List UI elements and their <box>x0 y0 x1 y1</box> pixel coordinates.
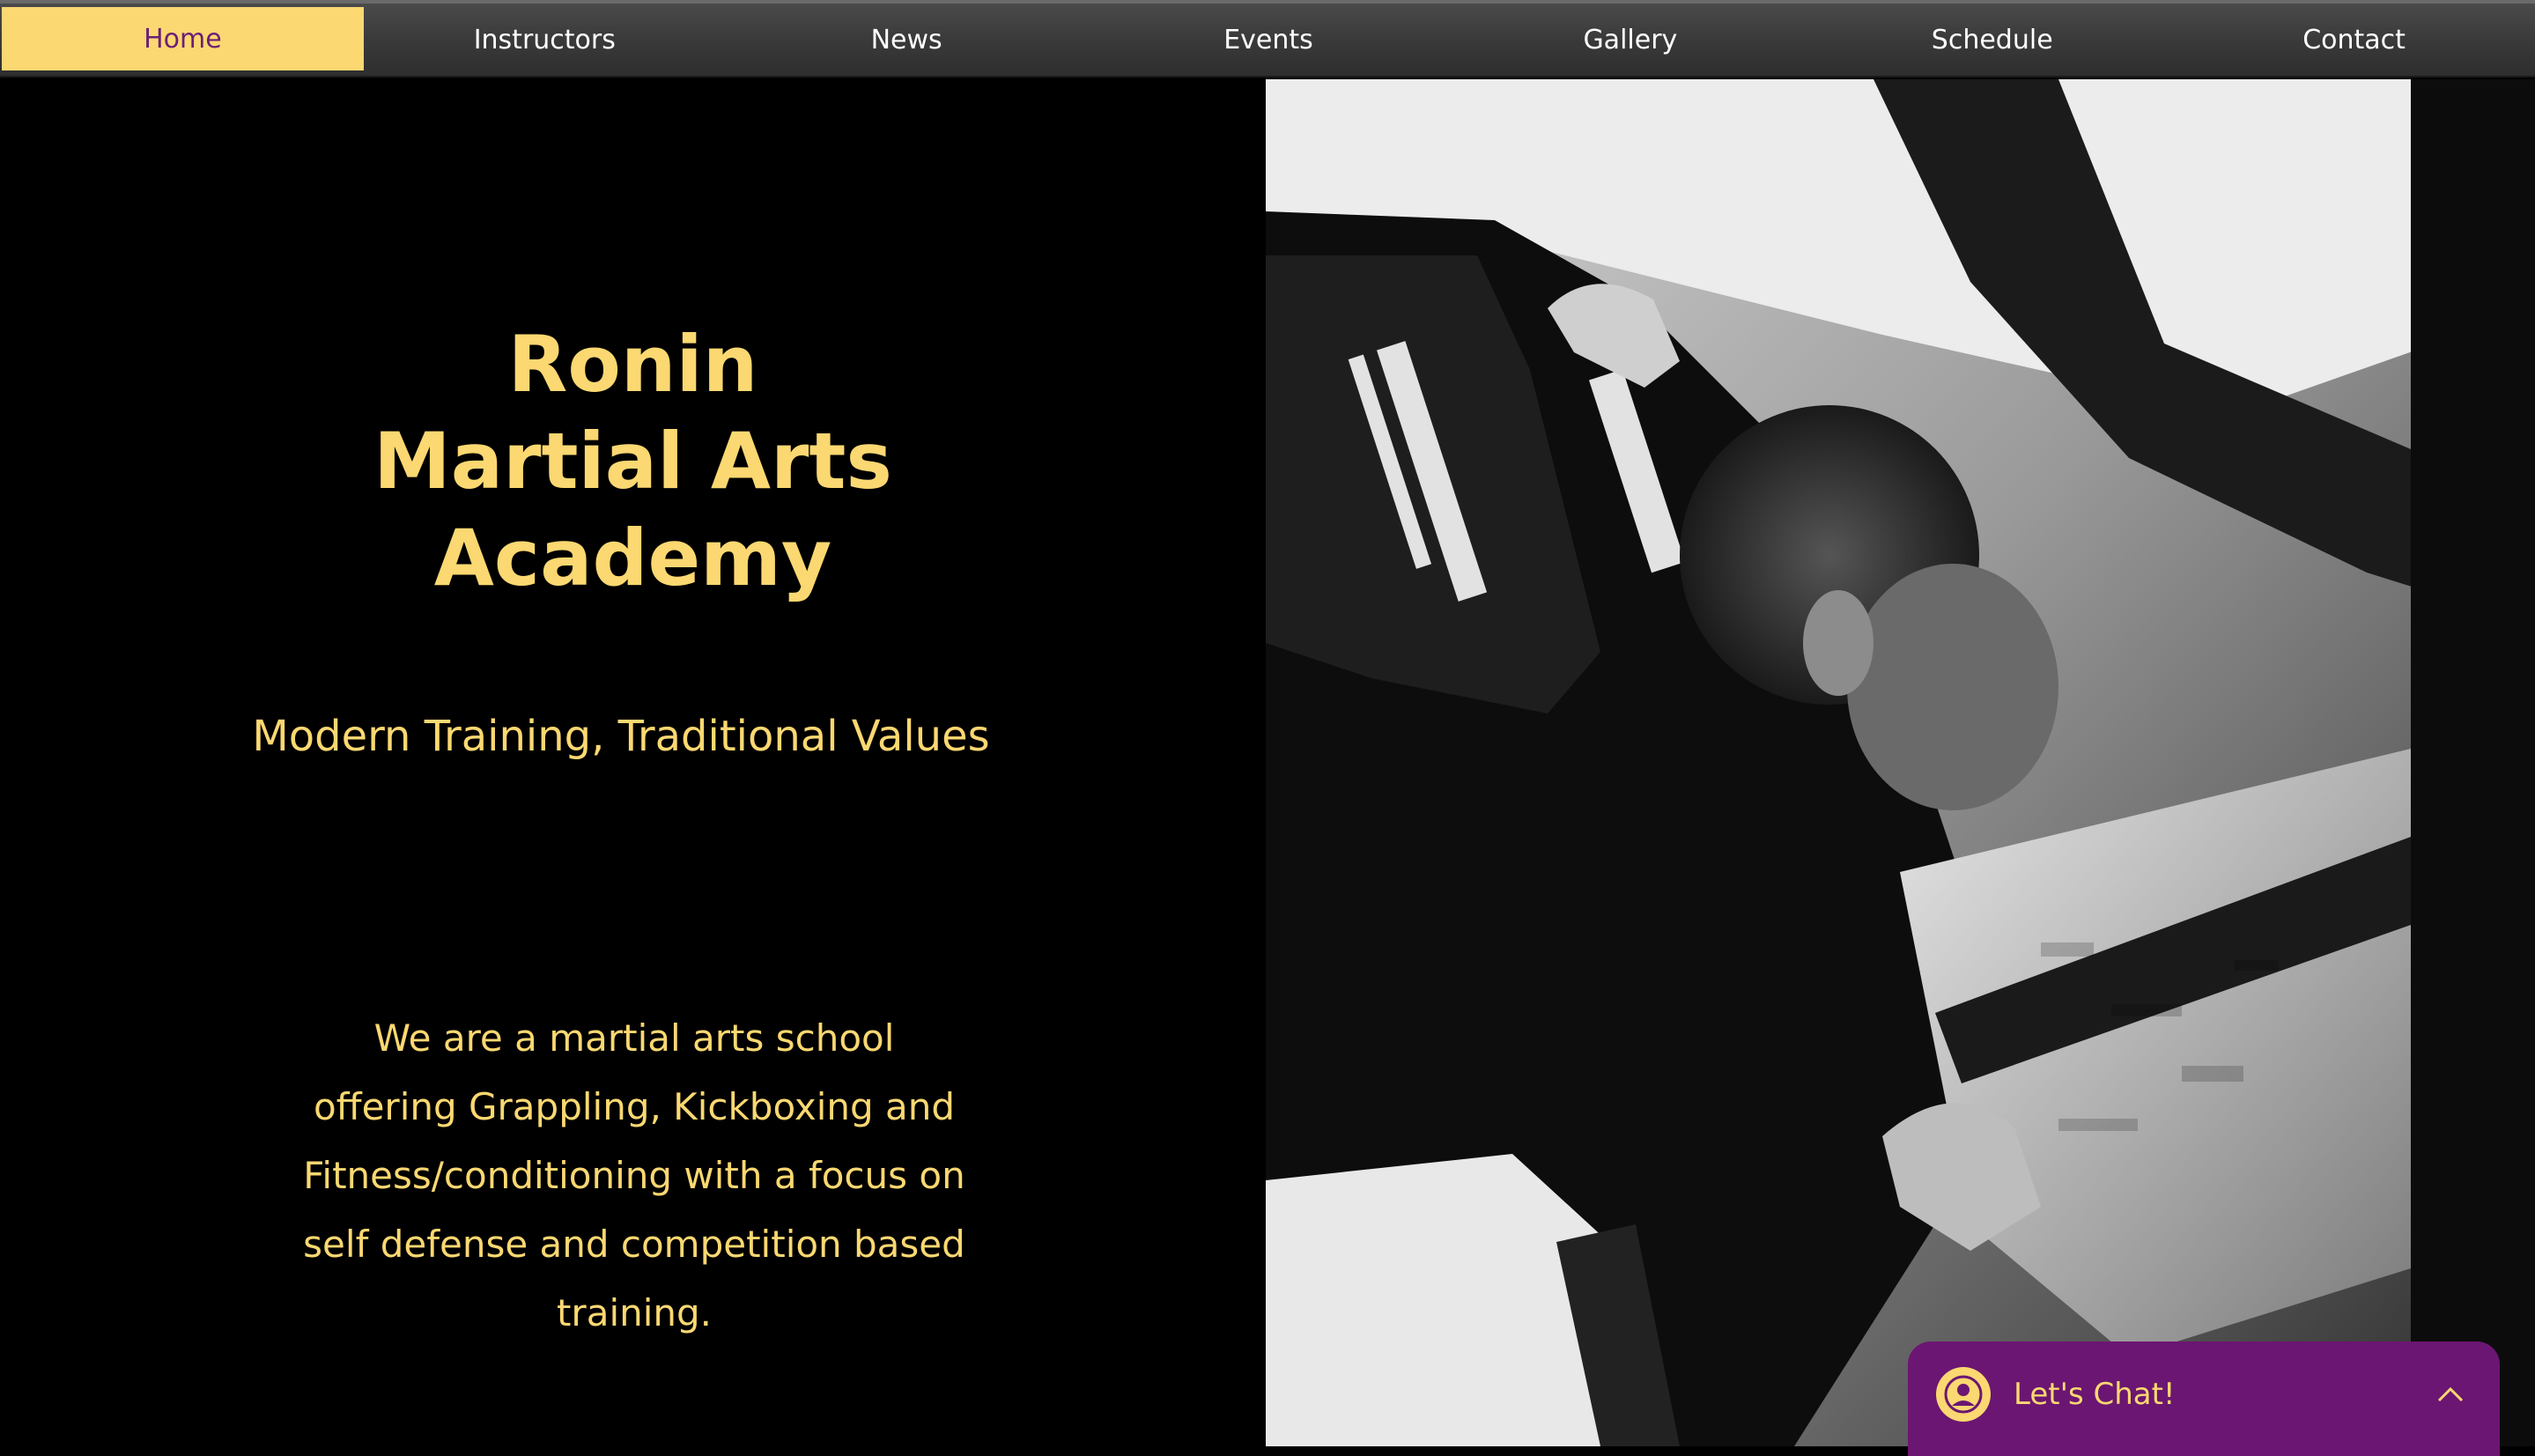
intro-paragraph: We are a martial arts school offering Gr… <box>303 1016 965 1334</box>
nav-item-contact[interactable]: Contact <box>2173 4 2535 76</box>
nav-item-events[interactable]: Events <box>1088 4 1450 76</box>
title-line-1: Ronin <box>507 318 758 410</box>
tagline: Modern Training, Traditional Values <box>252 712 990 761</box>
page-title: Ronin Martial Arts Academy <box>0 316 1266 607</box>
title-line-3: Academy <box>433 512 832 603</box>
nav-item-news[interactable]: News <box>726 4 1088 76</box>
nav-item-instructors[interactable]: Instructors <box>364 4 726 76</box>
hero-photo <box>1266 79 2535 1446</box>
grappling-photo <box>1266 79 2535 1446</box>
user-avatar-icon <box>1936 1367 1991 1422</box>
chevron-up-icon[interactable] <box>2433 1377 2468 1412</box>
nav-item-gallery[interactable]: Gallery <box>1449 4 1811 76</box>
hero-text-panel: Ronin Martial Arts Academy Modern Traini… <box>0 79 1266 1446</box>
chat-widget[interactable]: Let's Chat! <box>1908 1341 2500 1456</box>
nav-item-schedule[interactable]: Schedule <box>1811 4 2173 76</box>
chat-label: Let's Chat! <box>2014 1377 2176 1412</box>
title-line-2: Martial Arts <box>373 415 892 506</box>
main-nav: Home Instructors News Events Gallery Sch… <box>0 0 2535 78</box>
nav-item-home[interactable]: Home <box>2 7 364 70</box>
